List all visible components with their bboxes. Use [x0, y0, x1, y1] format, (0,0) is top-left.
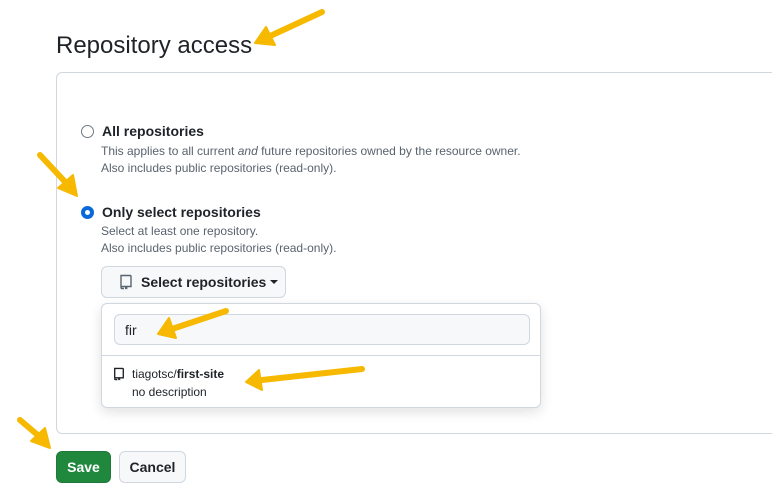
desc-text: Also includes public repositories (read-… — [101, 241, 337, 255]
annotation-arrow-title — [254, 9, 325, 46]
cancel-button[interactable]: Cancel — [119, 451, 186, 483]
option-all-repositories-description: This applies to all current and future r… — [101, 143, 521, 177]
option-all-repositories-label[interactable]: All repositories — [102, 123, 204, 139]
repository-description: no description — [132, 385, 207, 399]
repository-name: first-site — [176, 367, 225, 381]
save-button[interactable]: Save — [56, 451, 111, 483]
repository-full-name: tiagotsc/first-site — [132, 367, 224, 381]
radio-only-select-repositories[interactable] — [81, 206, 94, 219]
annotation-arrow-save — [17, 417, 51, 449]
radio-all-repositories[interactable] — [81, 125, 94, 138]
desc-text: Also includes public repositories (read-… — [101, 161, 337, 175]
desc-text: This applies to all current — [101, 144, 238, 158]
repo-icon — [120, 274, 132, 290]
desc-text: Select at least one repository. — [101, 224, 259, 238]
repository-result-item[interactable]: tiagotsc/first-site no description — [112, 364, 532, 404]
repository-dropdown: tiagotsc/first-site no description — [101, 303, 541, 408]
select-repositories-label: Select repositories — [141, 274, 267, 290]
dropdown-divider — [102, 355, 540, 356]
desc-text: future repositories owned by the resourc… — [257, 144, 521, 158]
option-only-select-label[interactable]: Only select repositories — [102, 204, 261, 220]
repo-icon — [114, 367, 124, 381]
repository-owner: tiagotsc/ — [132, 367, 177, 381]
page-title: Repository access — [56, 32, 253, 59]
caret-down-icon — [270, 280, 279, 284]
repository-search-input[interactable] — [114, 314, 530, 345]
desc-emphasis: and — [237, 144, 258, 158]
option-only-select-description: Select at least one repository. Also inc… — [101, 223, 336, 257]
select-repositories-button[interactable]: Select repositories — [101, 266, 286, 298]
